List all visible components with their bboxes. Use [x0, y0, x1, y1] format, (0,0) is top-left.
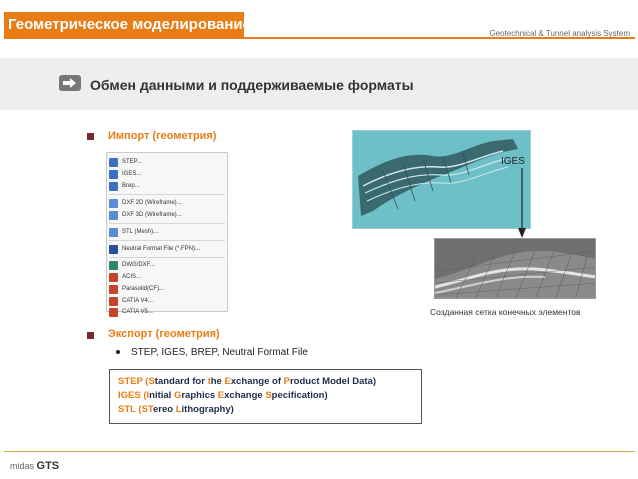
menu-item-label: DXF 2D (Wireframe)...: [122, 200, 182, 206]
menu-separator: [109, 240, 225, 241]
acis-icon: [109, 272, 118, 282]
menu-item-label: CATIA V4...: [122, 298, 153, 304]
bullet-square-icon: [87, 332, 94, 339]
footer-divider: [4, 451, 635, 452]
menu-item-stl[interactable]: STL (Mesh)...: [109, 226, 158, 238]
catia5-icon: [109, 307, 118, 317]
menu-item-parasolid[interactable]: Parasolid(CF)...: [109, 283, 164, 295]
menu-item-catia-v5[interactable]: CATIA V5...: [109, 306, 153, 318]
menu-item-dxf3d[interactable]: DXF 3D (Wireframe)...: [109, 209, 182, 221]
menu-item-label: CATIA V5...: [122, 309, 153, 315]
step-icon: [109, 157, 118, 167]
footer-logo: midas GTS: [10, 460, 59, 472]
menu-item-acis[interactable]: ACIS...: [109, 271, 141, 283]
menu-item-label: Neutral Format File (*.FPN)...: [122, 246, 201, 252]
definition-step: STEP (Standard for the Exchange of Produ…: [118, 376, 376, 387]
stl-icon: [109, 227, 118, 237]
mesh-caption: Созданная сетка конечных элементов: [430, 307, 581, 317]
brep-icon: [109, 181, 118, 191]
dwg-icon: [109, 260, 118, 270]
bullet-square-icon: [87, 133, 94, 140]
menu-separator: [109, 257, 225, 258]
definition-iges: IGES (Initial Graphics Exchange Specific…: [118, 390, 328, 401]
definitions-box: STEP (Standard for the Exchange of Produ…: [109, 369, 422, 424]
menu-separator: [109, 194, 225, 195]
menu-item-label: STEP...: [122, 159, 142, 165]
import-title: Импорт (геометрия): [108, 130, 217, 142]
bullet-dot-icon: [116, 350, 120, 355]
menu-item-step[interactable]: STEP...: [109, 156, 142, 168]
iges-icon: [109, 169, 118, 179]
menu-item-label: DWG/DXF...: [122, 262, 155, 268]
export-item-text: STEP, IGES, BREP, Neutral Format File: [131, 347, 308, 358]
connector-arrow-icon: [518, 168, 526, 238]
parasolid-icon: [109, 284, 118, 294]
menu-item-label: STL (Mesh)...: [122, 229, 159, 235]
menu-item-iges[interactable]: IGES...: [109, 168, 141, 180]
menu-item-label: ACIS...: [122, 274, 142, 280]
footer-brand-small: midas: [10, 461, 35, 471]
import-menu: STEP... IGES... Brep... DXF 2D (Wirefram…: [106, 152, 228, 317]
menu-item-label: IGES...: [122, 171, 142, 177]
menu-item-fpn[interactable]: Neutral Format File (*.FPN)...: [109, 243, 200, 255]
arrow-right-icon: [59, 75, 81, 91]
menu-item-dwg[interactable]: DWG/DXF...: [109, 259, 155, 271]
menu-item-dxf2d[interactable]: DXF 2D (Wireframe)...: [109, 197, 182, 209]
definition-stl: STL (STereo Lithography): [118, 404, 234, 415]
menu-item-label: DXF 3D (Wireframe)...: [122, 212, 182, 218]
menu-item-label: Parasolid(CF)...: [122, 286, 165, 292]
iges-model-image: [352, 130, 531, 229]
fpn-icon: [109, 244, 118, 254]
dxf2d-icon: [109, 198, 118, 208]
catia4-icon: [109, 296, 118, 306]
menu-separator: [109, 223, 225, 224]
header-title: Геометрическое моделирование: [4, 12, 244, 38]
menu-item-label: Brep...: [122, 183, 140, 189]
menu-item-brep[interactable]: Brep...: [109, 180, 140, 192]
export-item: STEP, IGES, BREP, Neutral Format File: [116, 347, 308, 358]
iges-label: IGES: [501, 156, 525, 167]
mesh-image: [434, 238, 596, 299]
footer-brand-big: GTS: [36, 460, 60, 472]
section-title: Обмен данными и поддерживаемые форматы: [90, 77, 414, 93]
dxf3d-icon: [109, 210, 118, 220]
export-title: Экспорт (геометрия): [108, 328, 220, 340]
header-subtitle: Geotechnical & Tunnel analysis System: [489, 29, 630, 38]
